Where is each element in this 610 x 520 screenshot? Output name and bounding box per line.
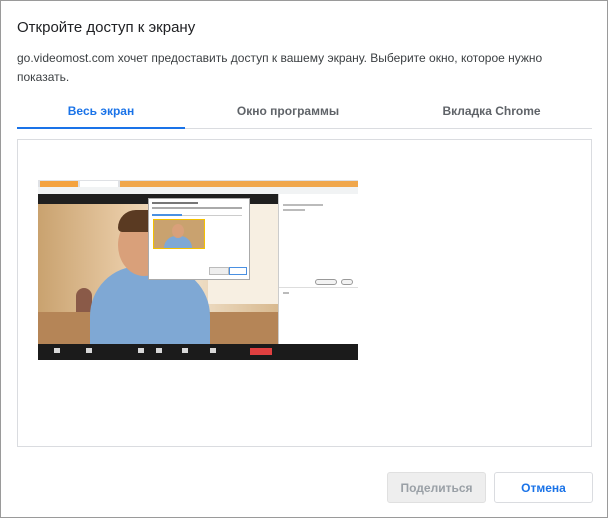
source-list-panel bbox=[17, 139, 592, 447]
preview-chat-panel bbox=[278, 194, 358, 344]
dialog-description: go.videomost.com хочет предоставить дост… bbox=[17, 51, 543, 84]
tab-application-window[interactable]: Окно программы bbox=[185, 97, 391, 128]
share-button[interactable]: Поделиться bbox=[387, 472, 486, 503]
source-tabs: Весь экран Окно программы Вкладка Chrome bbox=[17, 97, 592, 129]
preview-browser-tabbar bbox=[38, 180, 358, 187]
dialog-title: Откройте доступ к экрану bbox=[17, 19, 196, 36]
tab-chrome-tab[interactable]: Вкладка Chrome bbox=[391, 97, 592, 128]
cancel-button[interactable]: Отмена bbox=[494, 472, 593, 503]
screen-preview-thumbnail[interactable] bbox=[38, 180, 358, 360]
preview-control-bar bbox=[38, 344, 358, 360]
tab-entire-screen[interactable]: Весь экран bbox=[17, 97, 185, 129]
screen-share-dialog: Откройте доступ к экрану go.videomost.co… bbox=[0, 0, 608, 518]
preview-nested-dialog bbox=[148, 198, 250, 280]
